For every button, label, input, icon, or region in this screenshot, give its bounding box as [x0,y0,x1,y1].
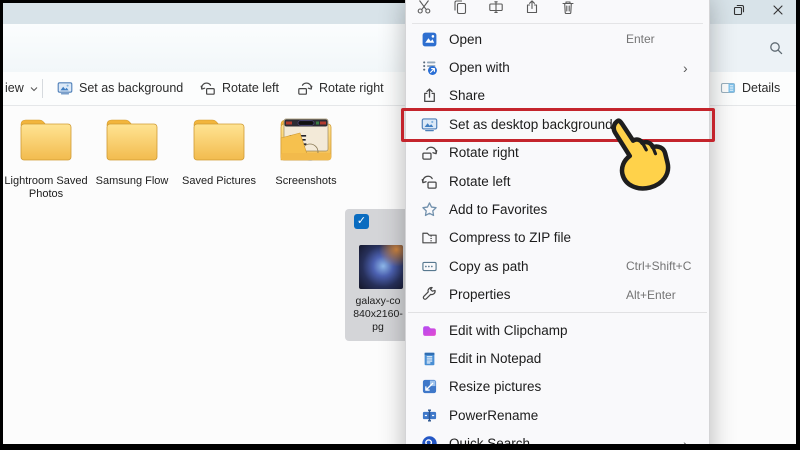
folder-lightroom-saved-photos[interactable]: Lightroom Saved Photos [1,112,91,201]
delete-icon[interactable] [560,0,576,15]
set-as-background-label: Set as background [79,81,183,95]
menu-item-shortcut: Alt+Enter [626,288,676,302]
menu-item-shortcut: Enter [626,32,655,46]
rotate-left-button[interactable]: Rotate left [200,75,279,101]
share-icon [421,87,438,104]
copy-as-path-icon [421,258,438,275]
folder-samsung-flow[interactable]: Samsung Flow [87,112,177,188]
menu-item-label: Share [449,88,485,103]
menu-separator [406,309,709,316]
wrench-icon [421,286,438,303]
check-icon: ✓ [357,215,366,227]
menu-item-open[interactable]: Open Enter [406,25,709,53]
rotate-left-icon [421,173,438,190]
filename-line: 840x2160- [345,308,411,321]
folder-label: Saved Pictures [174,175,264,188]
menu-item-label: PowerRename [449,408,538,423]
copy-icon[interactable] [452,0,468,15]
view-button[interactable]: iew [5,75,38,101]
set-as-background-icon [57,80,73,96]
rotate-right-button[interactable]: Rotate right [297,75,384,101]
close-button[interactable] [763,0,793,24]
folder-icon-with-preview: SE [274,112,338,166]
share-icon[interactable] [524,0,540,15]
rotate-right-label: Rotate right [319,81,384,95]
details-icon [720,80,736,96]
menu-item-compress-to-zip[interactable]: Compress to ZIP file [406,224,709,252]
folder-label: Screenshots [261,175,351,188]
filename-line: pg [345,321,411,334]
notepad-icon [421,350,438,367]
menu-separator [412,23,703,24]
selection-checkbox[interactable]: ✓ [354,214,369,229]
toolbar-separator [42,79,43,98]
details-button[interactable]: Details [720,75,780,101]
folder-icon [100,112,164,166]
context-menu-items: Open Enter Open with › Share [406,25,709,450]
menu-item-copy-as-path[interactable]: Copy as path Ctrl+Shift+C [406,252,709,280]
menu-item-label: Open [449,32,482,47]
powerrename-icon [421,407,438,424]
close-icon [772,3,784,21]
menu-item-label: Resize pictures [449,379,541,394]
menu-item-shortcut: Ctrl+Shift+C [626,259,691,273]
image-filename: galaxy-co 840x2160- pg [345,295,411,334]
letterbox-edge [0,0,3,450]
menu-item-open-with[interactable]: Open with › [406,53,709,81]
resize-pictures-icon [421,378,438,395]
letterbox-edge [0,0,406,3]
restore-button[interactable] [724,0,754,24]
menu-item-label: Rotate left [449,174,511,189]
menu-item-powerrename[interactable]: PowerRename [406,401,709,429]
search-icon[interactable] [768,40,784,56]
rotate-right-icon [421,144,438,161]
photos-app-icon [421,31,438,48]
screenshot-frame: iew Set as background [0,0,800,450]
menu-item-label: Edit in Notepad [449,351,541,366]
menu-item-resize-pictures[interactable]: Resize pictures [406,373,709,401]
quick-actions-row [416,0,576,19]
folder-screenshots[interactable]: SE Screenshots [261,112,351,188]
zip-folder-icon [421,229,438,246]
set-as-background-button[interactable]: Set as background [57,75,183,101]
letterbox-edge [0,444,800,450]
menu-item-edit-in-notepad[interactable]: Edit in Notepad [406,344,709,372]
rotate-right-icon [297,80,313,96]
rotate-left-icon [200,80,216,96]
context-menu: Open Enter Open with › Share [405,0,710,450]
menu-item-label: Edit with Clipchamp [449,323,568,338]
menu-item-label: Rotate right [449,145,519,160]
search-box-area[interactable] [708,24,796,72]
folder-saved-pictures[interactable]: Saved Pictures [174,112,264,188]
menu-item-edit-with-clipchamp[interactable]: Edit with Clipchamp [406,316,709,344]
folder-label: Samsung Flow [87,175,177,188]
view-button-label: iew [5,81,24,95]
menu-item-label: Copy as path [449,259,529,274]
cut-icon[interactable] [416,0,432,15]
folder-icon [187,112,251,166]
clipchamp-icon [421,322,438,339]
menu-item-label: Open with [449,60,510,75]
chevron-down-icon [30,81,38,95]
open-with-icon [421,59,438,76]
menu-item-label: Properties [449,287,511,302]
menu-item-add-to-favorites[interactable]: Add to Favorites [406,195,709,223]
filename-line: galaxy-co [345,295,411,308]
submenu-chevron-icon: › [683,60,688,76]
galaxy-image-thumbnail [359,245,403,289]
restore-icon [733,3,745,21]
folder-icon [14,112,78,166]
star-icon [421,201,438,218]
rename-icon[interactable] [488,0,504,15]
selected-image-tile[interactable]: ✓ galaxy-co 840x2160- pg [345,209,411,341]
folder-label: Lightroom Saved Photos [1,175,91,201]
menu-item-properties[interactable]: Properties Alt+Enter [406,281,709,309]
details-label: Details [742,81,780,95]
letterbox-edge [796,0,800,450]
menu-item-label: Add to Favorites [449,202,547,217]
menu-item-label: Compress to ZIP file [449,230,571,245]
rotate-left-label: Rotate left [222,81,279,95]
